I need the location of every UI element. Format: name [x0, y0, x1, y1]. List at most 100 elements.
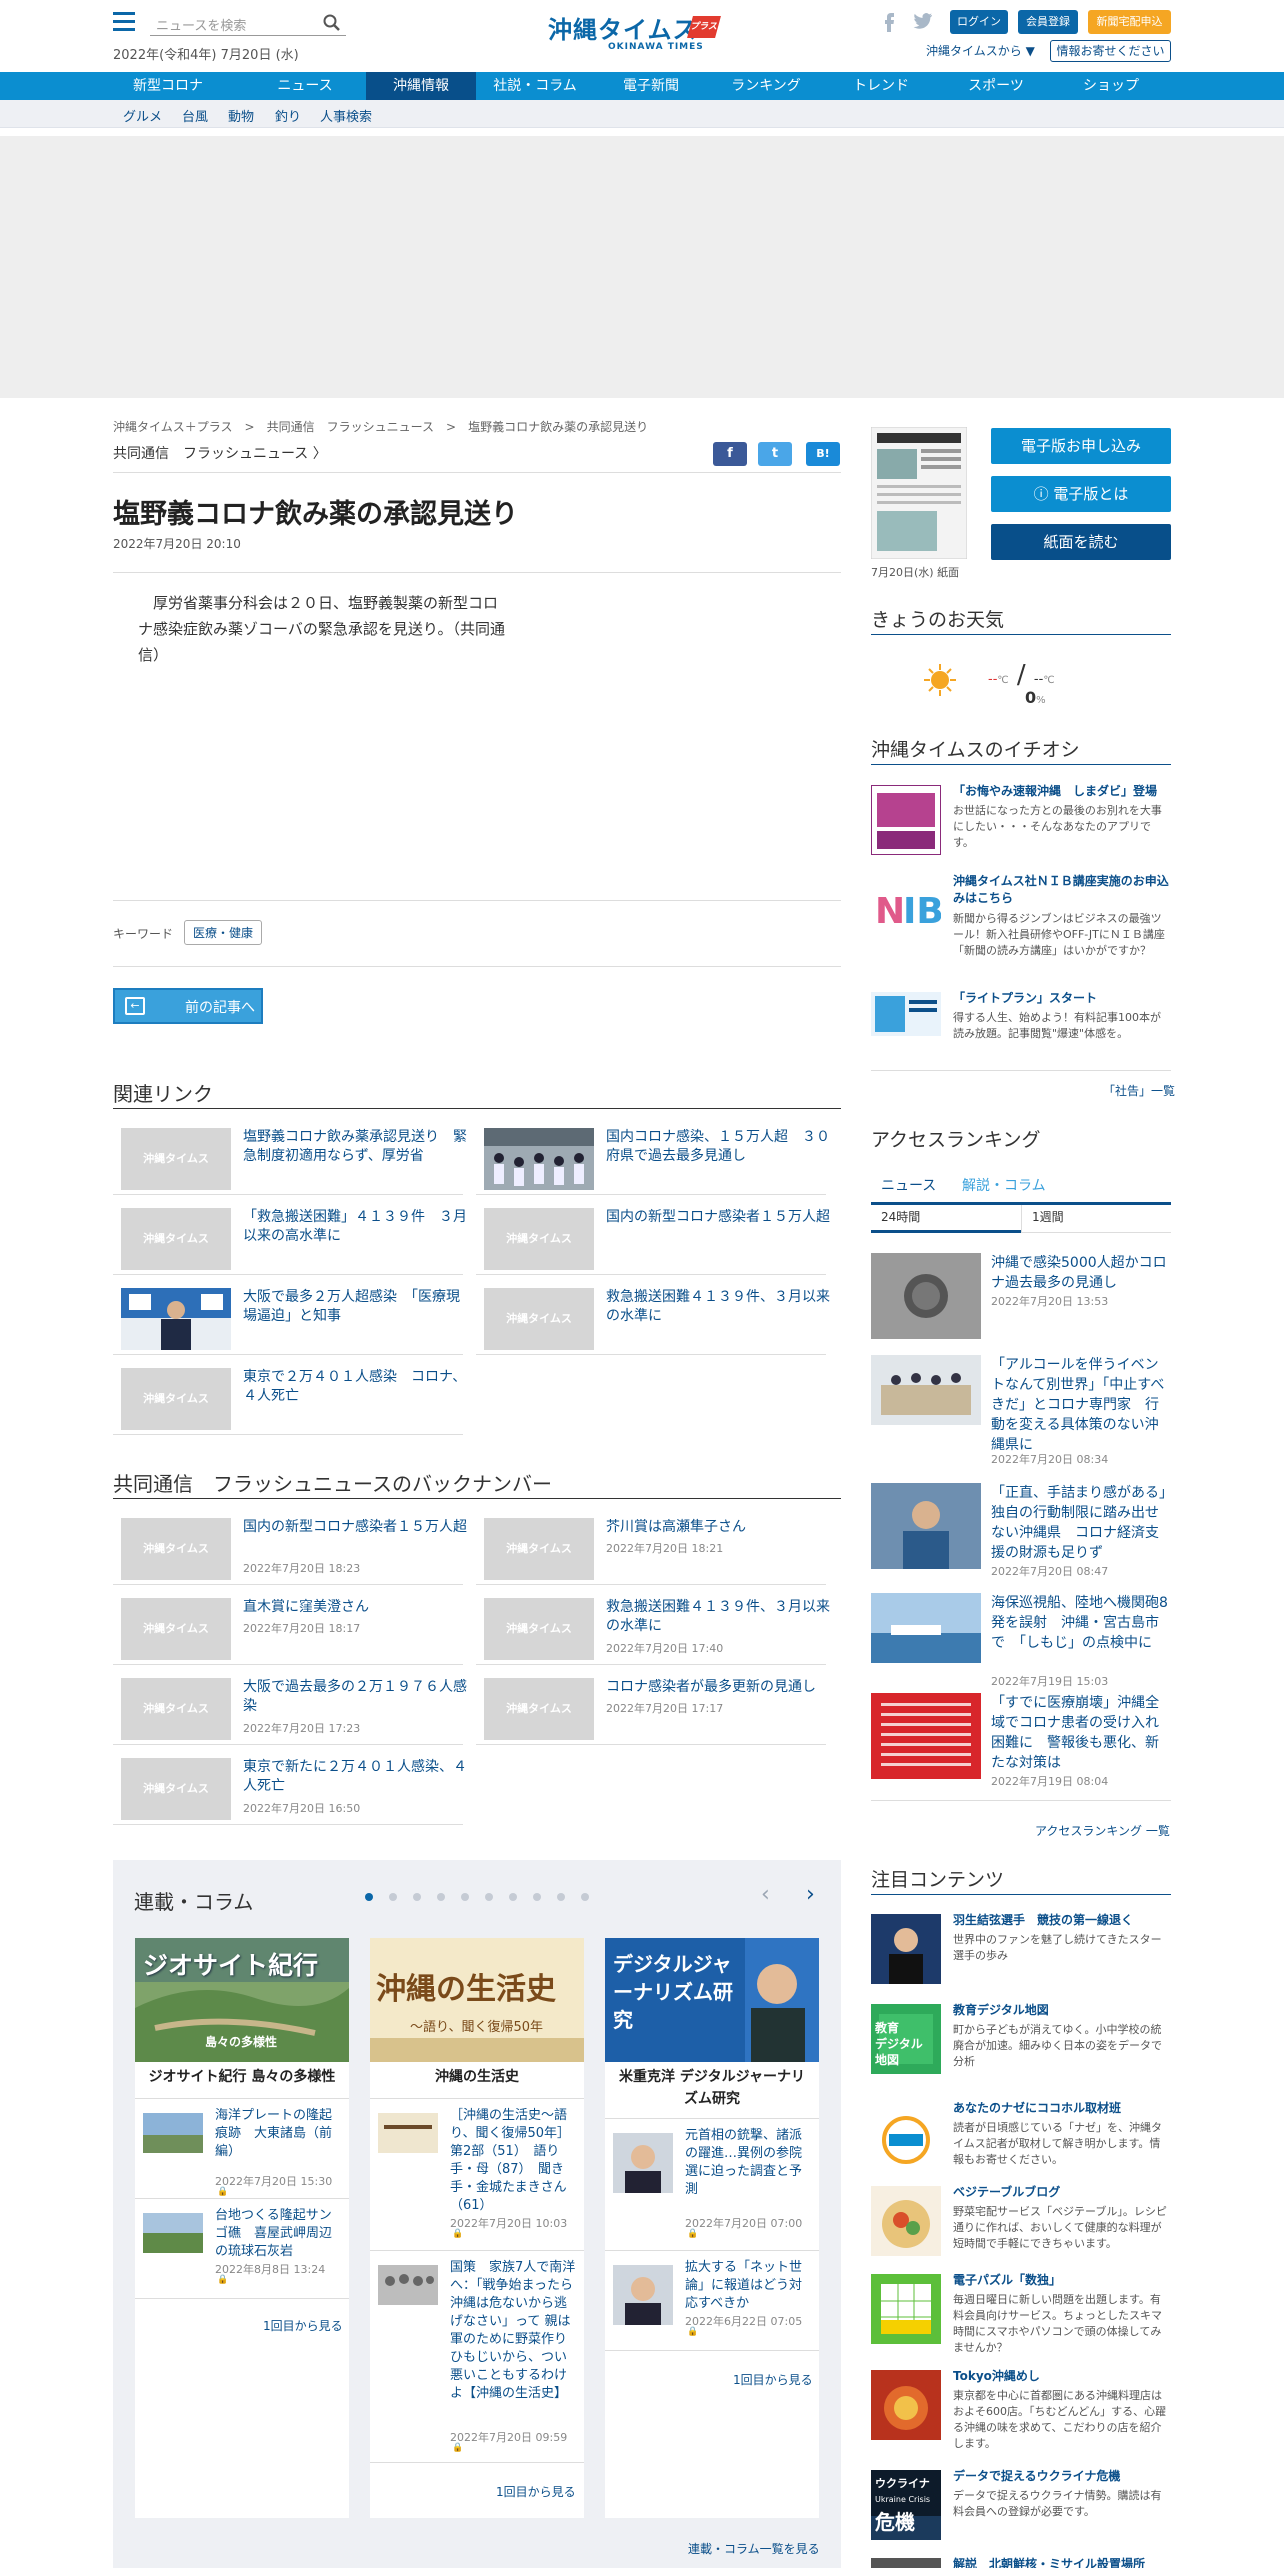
attention-item[interactable]: あなたのナゼにココホル取材班 読者が日頃感じている「ナゼ」を、沖縄タイムス記者が…: [871, 2100, 1171, 2190]
nav-item-trend[interactable]: トレンド: [826, 72, 936, 100]
subnav-gourmet[interactable]: グルメ: [123, 106, 162, 125]
carousel-prev-icon[interactable]: ‹: [761, 1882, 770, 1907]
carousel-dot[interactable]: [581, 1893, 589, 1901]
related-item[interactable]: 沖縄タイムス 国内の新型コロナ感染者１５万人超: [476, 1200, 830, 1275]
nav-item-ranking[interactable]: ランキング: [711, 72, 821, 100]
carousel-dot[interactable]: [437, 1893, 445, 1901]
column-article[interactable]: ［沖縄の生活史〜語り、聞く復帰50年］第2部（51） 語り手・母（87） 聞き手…: [370, 2098, 584, 2250]
login-button[interactable]: ログイン: [950, 10, 1008, 34]
carousel-dot[interactable]: [557, 1893, 565, 1901]
newspaper-thumbnail[interactable]: [871, 427, 967, 559]
attention-item[interactable]: 解説 北朝鮮核・ミサイル設置場所: [871, 2556, 1171, 2568]
column-article[interactable]: 海洋プレートの隆起痕跡 大東諸島（前編） 2022年7月20日 15:30 🔒: [135, 2098, 349, 2198]
from-okinawa-times-dropdown[interactable]: 沖縄タイムスから ▼: [926, 42, 1035, 59]
ranking-item[interactable]: 海保巡視船、陸地へ機関砲8発を誤射 沖縄・宮古島市で 「しもじ」の点検中に 20…: [871, 1593, 1171, 1688]
carousel-next-icon[interactable]: ›: [806, 1882, 815, 1907]
ichioshi-item[interactable]: 「ライトプラン」スタート 得する人生、始めよう！有料記事100本が読み放題。記事…: [871, 990, 1171, 1060]
column-from-first-link[interactable]: 1回目から見る: [263, 2317, 343, 2334]
subnav-fishing[interactable]: 釣り: [275, 106, 301, 125]
subnav-personnel-search[interactable]: 人事検索: [320, 106, 372, 125]
nav-item-shop[interactable]: ショップ: [1056, 72, 1166, 100]
nav-item-editorial[interactable]: 社説・コラム: [480, 72, 590, 100]
ranking-tab-news[interactable]: ニュース: [881, 1175, 936, 1195]
column-article[interactable]: 拡大する「ネット世論」に報道はどう対応すべきか 2022年6月22日 07:05…: [605, 2250, 819, 2350]
columns-list-link[interactable]: 連載・コラム一覧を見る: [688, 2540, 820, 2557]
attention-item[interactable]: 羽生結弦選手 競技の第一線退く 世界中のファンを魅了し続けてきたスター選手の歩み: [871, 1912, 1171, 1992]
ranking-tab-column[interactable]: 解説・コラム: [962, 1175, 1046, 1195]
related-item[interactable]: 沖縄タイムス 東京で２万４０１人感染 コロナ、４人死亡: [113, 1360, 466, 1435]
column-article[interactable]: 国策 家族7人で南洋へ：「戦争始まったら沖縄は危ないから逃げなさい」って 親は軍…: [370, 2250, 584, 2462]
carousel-dot[interactable]: [413, 1893, 421, 1901]
column-card[interactable]: ジオサイト紀行 島々の多様性 ジオサイト紀行 島々の多様性 海洋プレートの隆起痕…: [135, 1938, 349, 2518]
attention-desc: 野菜宅配サービス「ベジテーブル」。レシピ通りに作れば、おいしくて健康的な料理が短…: [953, 2205, 1167, 2250]
nav-item-news[interactable]: ニュース: [250, 72, 360, 100]
ranking-item[interactable]: 沖縄で感染5000人超かコロナ過去最多の見通し 2022年7月20日 13:53: [871, 1253, 1171, 1341]
attention-item[interactable]: ウクライナ Ukraine Crisis 危機 データで捉えるウクライナ危機 データ…: [871, 2468, 1171, 2548]
ranking-item[interactable]: 「アルコールを伴うイベントなんて別世界」「中止すべきだ」とコロナ専門家 行動を変…: [871, 1355, 1171, 1466]
ichioshi-item[interactable]: N IB 沖縄タイムス社ＮＩＢ講座実施のお申込みはこちら 新聞から得るジンブンはビ…: [871, 873, 1171, 973]
epaper-about-button[interactable]: ⓘ 電子版とは: [991, 476, 1171, 512]
backnumber-item[interactable]: 沖縄タイムス 国内の新型コロナ感染者１５万人超 2022年7月20日 18:23: [113, 1510, 467, 1585]
attention-item[interactable]: Tokyo沖縄めし 東京都を中心に首都圏にある沖縄料理店はおよそ600店。「ちむ…: [871, 2368, 1171, 2458]
register-button[interactable]: 会員登録: [1018, 10, 1078, 34]
subnav-typhoon[interactable]: 台風: [182, 106, 208, 125]
facebook-icon[interactable]: [878, 10, 900, 32]
menu-icon[interactable]: [113, 12, 135, 32]
carousel-dot[interactable]: [533, 1893, 541, 1901]
attention-item[interactable]: 電子パズル「数独」 毎週日曜日に新しい問題を出題します。有料会員向けサービス。ち…: [871, 2272, 1171, 2362]
column-article[interactable]: 台地つくる隆起サンゴ礁 喜屋武岬周辺の琉球石灰岩 2022年8月8日 13:24…: [135, 2198, 349, 2298]
nav-item-sports[interactable]: スポーツ: [941, 72, 1051, 100]
ranking-list-link[interactable]: アクセスランキング 一覧: [1035, 1822, 1170, 1839]
nav-item-covid[interactable]: 新型コロナ: [113, 72, 223, 100]
ranking-item[interactable]: 「すでに医療崩壊」沖縄全域でコロナ患者の受け入れ困難に 警報後も悪化、新たな対策…: [871, 1693, 1171, 1788]
carousel-dot[interactable]: [485, 1893, 493, 1901]
read-paper-button[interactable]: 紙面を読む: [991, 524, 1171, 560]
attention-item[interactable]: ベジテーブルブログ 野菜宅配サービス「ベジテーブル」。レシピ通りに作れば、おいし…: [871, 2184, 1171, 2274]
send-info-button[interactable]: 情報お寄せください: [1050, 40, 1171, 62]
column-article[interactable]: 元首相の銃撃、諸派の躍進…異例の参院選に迫った調査と予測 2022年7月20日 …: [605, 2118, 819, 2250]
attention-item[interactable]: 教育 デジタル 地図 教育デジタル地図 町から子どもが消えてゆく。小中学校の統廃合が…: [871, 2002, 1171, 2092]
column-card[interactable]: デジタルジャーナリズム研究 米重克洋 デジタルジャーナリズム研究 元首相の銃撃、…: [605, 1938, 819, 2518]
ranking-title: 「正直、手詰まり感がある」独自の行動制限に踏み出せない沖縄県 コロナ経済支援の財…: [991, 1485, 1166, 1561]
search-input[interactable]: ニュースを検索: [150, 12, 346, 36]
twitter-share-button[interactable]: t: [758, 442, 792, 466]
nav-item-epaper[interactable]: 電子新聞: [596, 72, 706, 100]
subnav-animals[interactable]: 動物: [228, 106, 254, 125]
backnumber-item[interactable]: 沖縄タイムス コロナ感染者が最多更新の見通し 2022年7月20日 17:17: [476, 1670, 826, 1745]
ichioshi-item[interactable]: 「お悔やみ速報沖縄 しまダビ」登場 お世話になった方との最後のお別れを大事にした…: [871, 783, 1171, 863]
twitter-icon[interactable]: [912, 10, 934, 32]
backnumber-item[interactable]: 沖縄タイムス 直木賞に窪美澄さん 2022年7月20日 18:17: [113, 1590, 463, 1665]
breadcrumb-home[interactable]: 沖縄タイムス＋プラス: [113, 420, 233, 434]
related-item[interactable]: 大阪で最多２万人超感染 「医療現場逼迫」と知事: [113, 1280, 463, 1355]
column-from-first-link[interactable]: 1回目から見る: [733, 2371, 813, 2388]
related-item[interactable]: 国内コロナ感染、１５万人超 ３０府県で過去最多見通し: [476, 1120, 830, 1195]
related-item[interactable]: 沖縄タイムス 塩野義コロナ飲み薬承認見送り 緊急制度初適用ならず、厚労省: [113, 1120, 467, 1195]
carousel-dot-active[interactable]: [365, 1893, 373, 1901]
related-item[interactable]: 沖縄タイムス 救急搬送困難４１３９件、３月以来の水準に: [476, 1280, 830, 1355]
ranking-item[interactable]: 「正直、手詰まり感がある」独自の行動制限に踏み出せない沖縄県 コロナ経済支援の財…: [871, 1483, 1171, 1579]
keyword-tag[interactable]: 医療・健康: [184, 920, 263, 945]
notices-list-link[interactable]: 「社告」一覧: [1103, 1082, 1175, 1099]
breadcrumb-category[interactable]: 共同通信 フラッシュニュース: [267, 420, 434, 434]
article-category-link[interactable]: 共同通信 フラッシュニュース 〉: [113, 443, 327, 463]
search-icon[interactable]: [322, 13, 342, 33]
carousel-dot[interactable]: [389, 1893, 397, 1901]
nav-item-okinawa-info[interactable]: 沖縄情報: [366, 72, 476, 100]
hatena-share-button[interactable]: B!: [806, 442, 840, 466]
ranking-period-24h[interactable]: 24時間: [871, 1205, 1021, 1233]
carousel-dot[interactable]: [461, 1893, 469, 1901]
backnumber-item[interactable]: 沖縄タイムス 大阪で過去最多の２万１９７６人感染 2022年7月20日 17:23: [113, 1670, 467, 1745]
ranking-period-1week[interactable]: 1週間: [1021, 1205, 1171, 1233]
facebook-share-button[interactable]: f: [713, 442, 747, 466]
backnumber-item[interactable]: 沖縄タイムス 東京で新たに２万４０１人感染、４人死亡 2022年7月20日 16:5…: [113, 1750, 467, 1825]
newspaper-apply-button[interactable]: 新聞宅配申込: [1088, 10, 1171, 34]
prev-article-button[interactable]: ← 前の記事へ: [113, 988, 263, 1024]
backnumber-item[interactable]: 沖縄タイムス 救急搬送困難４１３９件、３月以来の水準に 2022年7月20日 17:…: [476, 1590, 830, 1665]
epaper-apply-button[interactable]: 電子版お申し込み: [991, 428, 1171, 464]
column-from-first-link[interactable]: 1回目から見る: [496, 2483, 576, 2500]
backnumber-item[interactable]: 沖縄タイムス 芥川賞は高瀬隼子さん 2022年7月20日 18:21: [476, 1510, 826, 1585]
carousel-dot[interactable]: [509, 1893, 517, 1901]
column-card[interactable]: 沖縄の生活史 〜語り、聞く復帰50年 沖縄の生活史 ［沖縄の生活史〜語り、聞く復…: [370, 1938, 584, 2518]
related-item[interactable]: 沖縄タイムス 「救急搬送困難」４１３９件 ３月以来の高水準に: [113, 1200, 467, 1275]
site-logo[interactable]: 沖縄タイムス プラス OKINAWA TIMES: [548, 10, 738, 60]
